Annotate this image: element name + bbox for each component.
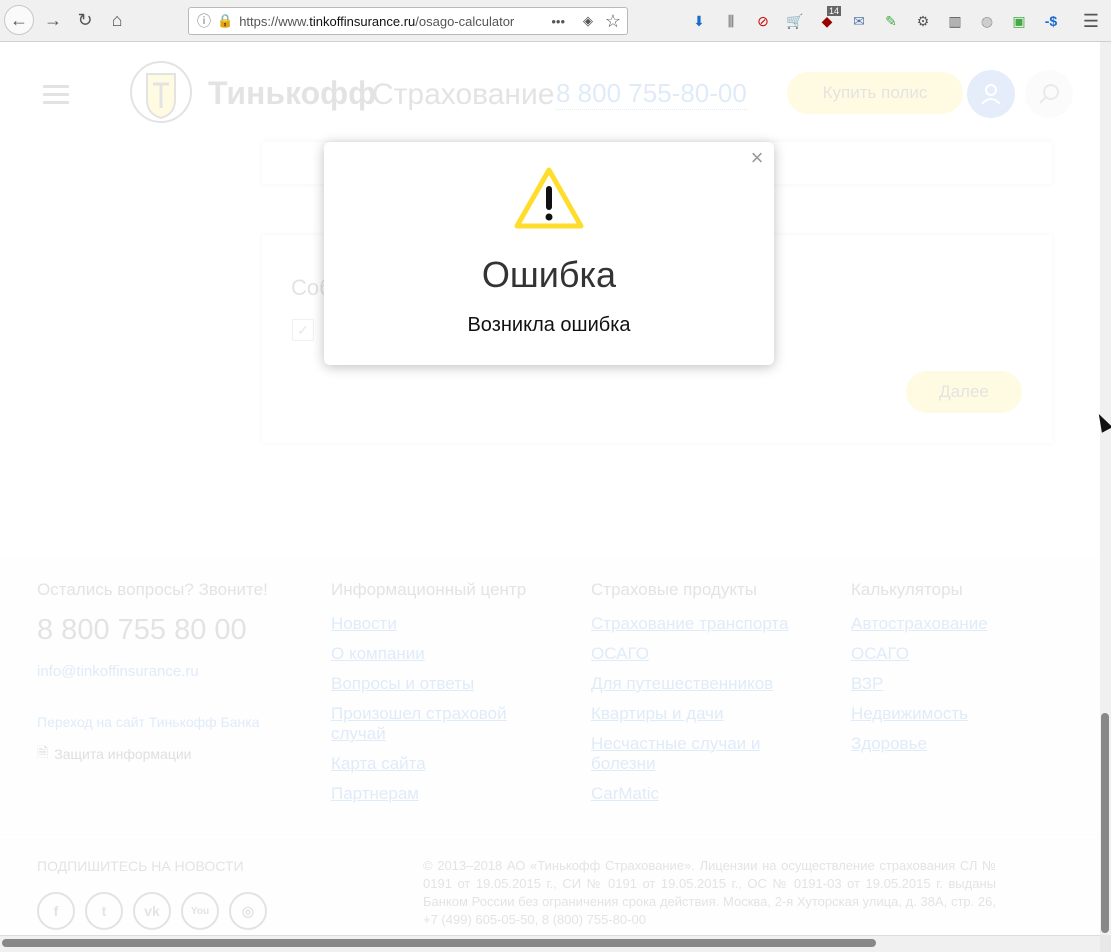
- footer-link[interactable]: Страхование транспорта: [591, 614, 821, 634]
- footer-column-heading: Страховые продукты: [591, 580, 757, 599]
- logo-name: Тинькофф: [208, 75, 377, 111]
- subscribe-heading: ПОДПИШИТЕСЬ НА НОВОСТИ: [37, 858, 244, 874]
- info-icon[interactable]: ⓘ: [197, 11, 211, 31]
- browser-toolbar: ← → ↻ ⌂ ⓘ 🔒 https://www.tinkoffinsurance…: [0, 0, 1111, 42]
- footer-link[interactable]: Произошел страховой случай: [331, 704, 561, 744]
- footer-column-heading: Калькуляторы: [851, 580, 963, 599]
- buy-policy-button[interactable]: Купить полис: [787, 72, 963, 114]
- footer-column-heading: Информационный центр: [331, 580, 527, 599]
- url-text: https://www.tinkoffinsurance.ru/osago-ca…: [239, 13, 515, 29]
- instagram-icon[interactable]: ◎: [229, 892, 267, 930]
- footer-divider: [0, 834, 1100, 835]
- page-actions-icon[interactable]: •••: [551, 14, 565, 29]
- back-button[interactable]: ←: [4, 5, 34, 35]
- reload-button[interactable]: ↻: [70, 5, 100, 35]
- globe-icon[interactable]: ◍: [976, 10, 998, 32]
- footer-bank-link[interactable]: Переход на сайт Тинькофф Банка: [37, 714, 268, 730]
- footer-link[interactable]: CarMatic: [591, 784, 821, 804]
- footer-contact-heading: Остались вопросы? Звоните!: [37, 580, 268, 599]
- facebook-icon[interactable]: f: [37, 892, 75, 930]
- modal-message: Возникла ошибка: [467, 314, 631, 336]
- footer-link[interactable]: Партнерам: [331, 784, 561, 804]
- footer-link[interactable]: ОСАГО: [851, 644, 1081, 664]
- footer-contacts: Остались вопросы? Звоните! 8 800 755 80 …: [37, 580, 268, 766]
- footer-products-column: Страховые продукты Страхование транспорт…: [591, 580, 821, 814]
- footer-link[interactable]: Карта сайта: [331, 754, 561, 774]
- settings-gear-icon[interactable]: ⚙: [912, 10, 934, 32]
- vk-icon[interactable]: vk: [133, 892, 171, 930]
- footer-link[interactable]: Квартиры и дачи: [591, 704, 821, 724]
- document-icon: 🗎: [37, 744, 49, 760]
- modal-title: Ошибка: [481, 254, 617, 295]
- vertical-scrollbar-thumb[interactable]: [1101, 713, 1109, 933]
- twitter-icon[interactable]: t: [85, 892, 123, 930]
- sidebar-icon[interactable]: ▥: [944, 10, 966, 32]
- footer-security-label: Защита информации: [54, 746, 192, 762]
- footer-link[interactable]: ОСАГО: [591, 644, 821, 664]
- logo-subtitle: Страхование: [372, 78, 555, 111]
- footer-link[interactable]: Несчастные случаи и болезни: [591, 734, 821, 774]
- footer-email-link[interactable]: info@tinkoffinsurance.ru: [37, 663, 268, 680]
- cart-icon[interactable]: 🛒: [784, 10, 806, 32]
- footer-security-link[interactable]: 🗎 Защита информации: [37, 742, 268, 766]
- library-icon[interactable]: ⫼: [720, 10, 742, 32]
- home-button[interactable]: ⌂: [102, 5, 132, 35]
- legal-text: © 2013–2018 АО «Тинькофф Страхование». Л…: [423, 858, 996, 927]
- downloads-icon[interactable]: ⬇: [688, 10, 710, 32]
- footer-link[interactable]: Вопросы и ответы: [331, 674, 561, 694]
- site-footer: Остались вопросы? Звоните! 8 800 755 80 …: [0, 556, 1100, 935]
- scrollbar-corner: [1100, 935, 1111, 952]
- next-button[interactable]: Далее: [906, 371, 1022, 413]
- bookmark-star-icon[interactable]: ☆: [605, 11, 621, 32]
- forward-button[interactable]: →: [38, 5, 68, 35]
- footer-phone[interactable]: 8 800 755 80 00: [37, 614, 268, 647]
- footer-link[interactable]: Новости: [331, 614, 561, 634]
- warning-icon: [514, 167, 584, 229]
- lock-icon: 🔒: [217, 13, 234, 28]
- url-bar[interactable]: ⓘ 🔒 https://www.tinkoffinsurance.ru/osag…: [188, 7, 628, 35]
- social-links: f t vk You ◎: [37, 892, 267, 930]
- error-modal: × Ошибка Возникла ошибка: [324, 142, 774, 365]
- footer-link[interactable]: Недвижимость: [851, 704, 1081, 724]
- footer-info-column: Информационный центр Новости О компании …: [331, 580, 561, 814]
- tinkoff-crest-logo[interactable]: [123, 56, 199, 128]
- download-manager-icon[interactable]: ▣: [1008, 10, 1030, 32]
- footer-calculators-column: Калькуляторы Автострахование ОСАГО ВЗР Н…: [851, 580, 1081, 764]
- ublock-badge: 14: [827, 6, 842, 16]
- youtube-icon[interactable]: You: [181, 892, 219, 930]
- footer-link[interactable]: Автострахование: [851, 614, 1081, 634]
- search-icon[interactable]: [1025, 70, 1073, 118]
- site-header: Тинькофф Страхование 8 800 755-80-00 Куп…: [0, 42, 1100, 146]
- dollar-icon[interactable]: -$: [1040, 10, 1062, 32]
- footer-link[interactable]: Для путешественников: [591, 674, 821, 694]
- pdf-icon[interactable]: ✎: [880, 10, 902, 32]
- pocket-icon[interactable]: ◈: [583, 13, 593, 29]
- footer-link[interactable]: Здоровье: [851, 734, 1081, 754]
- footer-link[interactable]: ВЗР: [851, 674, 1081, 694]
- footer-link[interactable]: О компании: [331, 644, 561, 664]
- consent-checkbox[interactable]: ✓: [292, 319, 314, 341]
- hamburger-menu-icon[interactable]: [43, 85, 69, 105]
- close-icon[interactable]: ×: [748, 147, 766, 169]
- block-icon[interactable]: ⊘: [752, 10, 774, 32]
- header-phone-link[interactable]: 8 800 755-80-00: [556, 78, 747, 110]
- menu-icon[interactable]: ☰: [1080, 10, 1102, 32]
- mail-icon[interactable]: ✉: [848, 10, 870, 32]
- user-icon[interactable]: [967, 70, 1015, 118]
- horizontal-scrollbar-thumb[interactable]: [2, 939, 876, 947]
